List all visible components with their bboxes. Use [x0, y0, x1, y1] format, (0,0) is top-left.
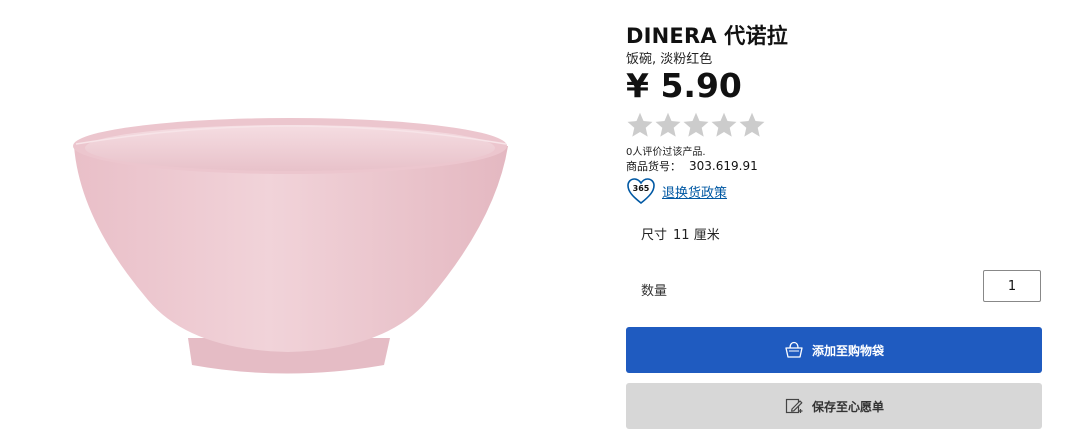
add-to-cart-label: 添加至购物袋: [811, 343, 884, 358]
review-count: 0人评价过该产品.: [626, 147, 706, 158]
star-icon[interactable]: [682, 111, 710, 139]
star-icon[interactable]: [738, 111, 766, 139]
product-price: ¥ 5.90: [626, 66, 742, 105]
star-icon[interactable]: [626, 111, 654, 139]
return-policy[interactable]: 365 退换货政策: [626, 176, 727, 206]
save-to-wishlist-button[interactable]: 保存至心愿单: [626, 383, 1042, 429]
article-number: 商品货号： 303.619.91: [626, 158, 758, 174]
product-description: 饭碗, 淡粉红色: [626, 52, 713, 67]
article-value: 303.619.91: [689, 159, 758, 173]
return-policy-badge: 365: [633, 184, 650, 193]
size-label: 尺寸: [641, 228, 668, 243]
star-icon[interactable]: [710, 111, 738, 139]
quantity-label: 数量: [641, 284, 668, 299]
quantity-input[interactable]: [983, 270, 1041, 302]
product-image-bowl[interactable]: [60, 100, 520, 390]
return-policy-link[interactable]: 退换货政策: [662, 182, 727, 201]
size-value: 11 厘米: [673, 228, 720, 243]
return-policy-heart-icon[interactable]: 365: [626, 176, 656, 206]
article-label: 商品货号：: [626, 160, 681, 173]
product-image-pane[interactable]: [0, 0, 590, 443]
product-info-panel: DINERA 代诺拉 饭碗, 淡粉红色 ¥ 5.90 0人评价过该产品. 商品货…: [626, 0, 1046, 443]
shopping-bag-icon: [785, 341, 803, 358]
product-title: DINERA 代诺拉: [626, 24, 788, 48]
product-size: 尺寸 11 厘米: [641, 224, 720, 243]
rating-stars[interactable]: [626, 111, 766, 139]
wishlist-pencil-icon: [785, 398, 803, 414]
star-icon[interactable]: [654, 111, 682, 139]
add-to-cart-button[interactable]: 添加至购物袋: [626, 327, 1042, 373]
save-to-wishlist-label: 保存至心愿单: [811, 399, 884, 414]
